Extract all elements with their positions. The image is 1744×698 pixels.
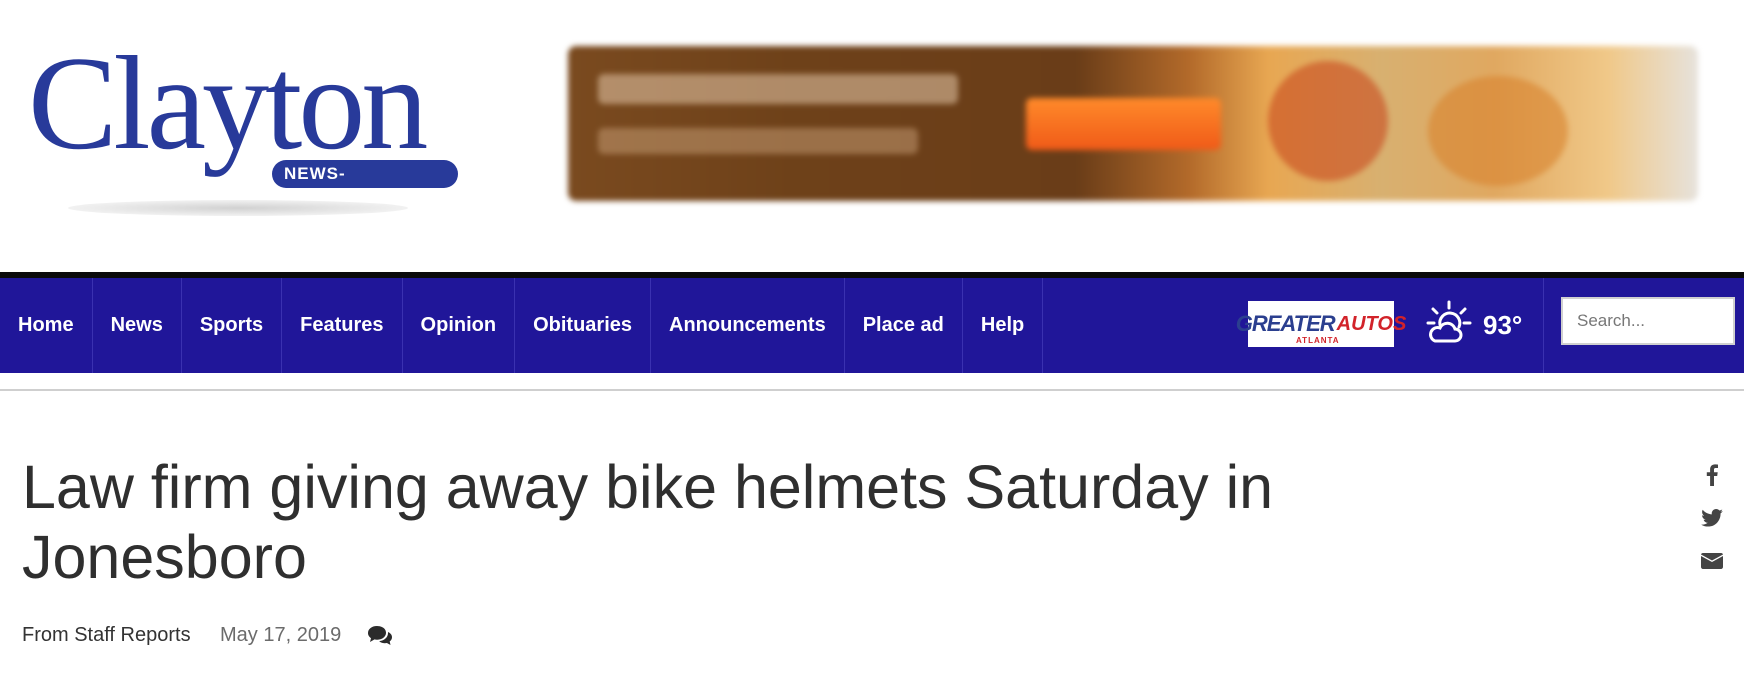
- sponsor-logo[interactable]: GREATER AUTOS ATLANTA: [1236, 301, 1406, 347]
- nav-item-news[interactable]: News: [93, 278, 182, 373]
- ad-blurred-text: [598, 74, 958, 104]
- header-divider: [0, 389, 1744, 391]
- advertisement-banner[interactable]: [568, 46, 1698, 201]
- ad-food-image: [1268, 61, 1388, 181]
- facebook-icon[interactable]: [1700, 463, 1724, 487]
- partly-sunny-icon: [1425, 299, 1473, 352]
- ad-button: [1026, 98, 1221, 150]
- ad-blurred-text: [598, 128, 918, 154]
- nav-item-help[interactable]: Help: [963, 278, 1044, 373]
- main-navigation: Home News Sports Features Opinion Obitua…: [0, 278, 1744, 373]
- weather-temperature: 93°: [1483, 309, 1523, 340]
- nav-item-place-ad[interactable]: Place ad: [845, 278, 963, 373]
- weather-widget[interactable]: 93°: [1425, 296, 1522, 354]
- sponsor-word-autos: AUTOS: [1336, 312, 1407, 335]
- logo-wordmark: Clayton: [28, 29, 428, 177]
- nav-item-features[interactable]: Features: [282, 278, 403, 373]
- nav-divider: [1543, 278, 1544, 373]
- nav-menu: Home News Sports Features Opinion Obitua…: [0, 278, 1044, 373]
- nav-item-home[interactable]: Home: [0, 278, 93, 373]
- site-header: Clayton NEWS-DAILY.COM: [0, 0, 1744, 272]
- nav-item-opinion[interactable]: Opinion: [403, 278, 516, 373]
- comments-icon[interactable]: [367, 624, 393, 648]
- article-byline[interactable]: From Staff Reports: [22, 624, 191, 647]
- nav-item-sports[interactable]: Sports: [182, 278, 283, 373]
- article-headline: Law firm giving away bike helmets Saturd…: [22, 453, 1274, 591]
- site-logo[interactable]: Clayton NEWS-DAILY.COM: [28, 36, 458, 230]
- sponsor-word-greater: GREATER: [1235, 311, 1336, 336]
- nav-item-obituaries[interactable]: Obituaries: [515, 278, 652, 373]
- logo-shadow: [68, 200, 408, 216]
- article-date: May 17, 2019: [220, 624, 342, 646]
- search-input[interactable]: [1561, 297, 1735, 345]
- ad-food-image: [1428, 76, 1568, 186]
- envelope-icon[interactable]: [1700, 549, 1724, 573]
- sponsor-subtitle: ATLANTA: [1296, 336, 1340, 345]
- logo-domain-badge: NEWS-DAILY.COM: [272, 160, 458, 211]
- nav-item-announcements[interactable]: Announcements: [651, 278, 845, 373]
- twitter-icon[interactable]: [1700, 506, 1724, 530]
